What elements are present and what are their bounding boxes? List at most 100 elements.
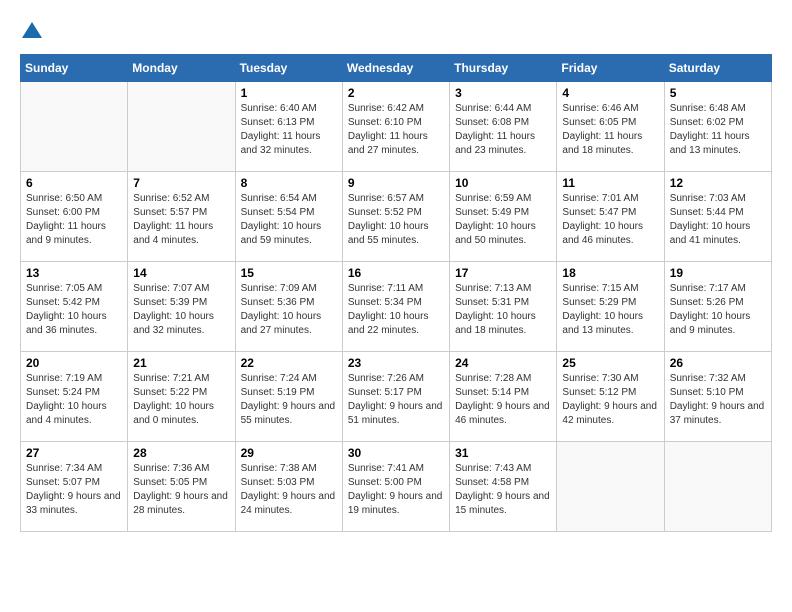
day-number: 18 (562, 266, 658, 280)
day-number: 7 (133, 176, 229, 190)
day-info: Sunrise: 6:52 AM Sunset: 5:57 PM Dayligh… (133, 192, 229, 248)
day-info: Sunrise: 7:32 AM Sunset: 5:10 PM Dayligh… (670, 372, 766, 428)
day-number: 16 (348, 266, 444, 280)
calendar-cell: 9Sunrise: 6:57 AM Sunset: 5:52 PM Daylig… (342, 172, 449, 262)
header-thursday: Thursday (450, 55, 557, 82)
day-info: Sunrise: 6:48 AM Sunset: 6:02 PM Dayligh… (670, 102, 766, 158)
day-info: Sunrise: 6:42 AM Sunset: 6:10 PM Dayligh… (348, 102, 444, 158)
day-number: 20 (26, 356, 122, 370)
calendar-week-row: 6 Sunrise: 6:50 AM Sunset: 6:00 PM Daylig… (21, 172, 772, 262)
day-info: Sunrise: 7:43 AM Sunset: 4:58 PM Dayligh… (455, 462, 551, 518)
calendar-cell: 20 Sunrise: 7:19 AM Sunset: 5:24 PM Dayli… (21, 352, 128, 442)
calendar-cell (21, 82, 128, 172)
calendar-cell (557, 442, 664, 532)
day-number: 23 (348, 356, 444, 370)
calendar-cell: 10 Sunrise: 6:59 AM Sunset: 5:49 PM Dayli… (450, 172, 557, 262)
day-number: 5 (670, 86, 766, 100)
day-number: 27 (26, 446, 122, 460)
day-number: 8 (241, 176, 337, 190)
calendar-cell: 30Sunrise: 7:41 AM Sunset: 5:00 PM Dayli… (342, 442, 449, 532)
header-saturday: Saturday (664, 55, 771, 82)
calendar-cell: 2 Sunrise: 6:42 AM Sunset: 6:10 PM Daylig… (342, 82, 449, 172)
calendar-cell: 13 Sunrise: 7:05 AM Sunset: 5:42 PM Dayli… (21, 262, 128, 352)
calendar-cell: 11 Sunrise: 7:01 AM Sunset: 5:47 PM Dayli… (557, 172, 664, 262)
day-number: 6 (26, 176, 122, 190)
day-info: Sunrise: 7:03 AM Sunset: 5:44 PM Dayligh… (670, 192, 766, 248)
header-wednesday: Wednesday (342, 55, 449, 82)
day-info: Sunrise: 6:46 AM Sunset: 6:05 PM Dayligh… (562, 102, 658, 158)
day-number: 2 (348, 86, 444, 100)
calendar-week-row: 1 Sunrise: 6:40 AM Sunset: 6:13 PM Daylig… (21, 82, 772, 172)
day-info: Sunrise: 7:36 AM Sunset: 5:05 PM Dayligh… (133, 462, 229, 518)
day-info: Sunrise: 7:07 AM Sunset: 5:39 PM Dayligh… (133, 282, 229, 338)
header-friday: Friday (557, 55, 664, 82)
calendar-cell: 3 Sunrise: 6:44 AM Sunset: 6:08 PM Daylig… (450, 82, 557, 172)
day-info: Sunrise: 6:40 AM Sunset: 6:13 PM Dayligh… (241, 102, 337, 158)
day-info: Sunrise: 7:17 AM Sunset: 5:26 PM Dayligh… (670, 282, 766, 338)
calendar-week-row: 20 Sunrise: 7:19 AM Sunset: 5:24 PM Dayli… (21, 352, 772, 442)
calendar-cell: 12Sunrise: 7:03 AM Sunset: 5:44 PM Dayli… (664, 172, 771, 262)
calendar-cell: 16 Sunrise: 7:11 AM Sunset: 5:34 PM Dayli… (342, 262, 449, 352)
calendar-cell: 6 Sunrise: 6:50 AM Sunset: 6:00 PM Daylig… (21, 172, 128, 262)
day-number: 1 (241, 86, 337, 100)
calendar-cell: 25 Sunrise: 7:30 AM Sunset: 5:12 PM Dayli… (557, 352, 664, 442)
calendar-week-row: 27 Sunrise: 7:34 AM Sunset: 5:07 PM Dayli… (21, 442, 772, 532)
day-number: 10 (455, 176, 551, 190)
calendar-cell: 29Sunrise: 7:38 AM Sunset: 5:03 PM Dayli… (235, 442, 342, 532)
day-info: Sunrise: 7:21 AM Sunset: 5:22 PM Dayligh… (133, 372, 229, 428)
calendar-cell: 21 Sunrise: 7:21 AM Sunset: 5:22 PM Dayli… (128, 352, 235, 442)
calendar-cell: 8 Sunrise: 6:54 AM Sunset: 5:54 PM Daylig… (235, 172, 342, 262)
day-number: 13 (26, 266, 122, 280)
calendar-cell: 27 Sunrise: 7:34 AM Sunset: 5:07 PM Dayli… (21, 442, 128, 532)
day-number: 4 (562, 86, 658, 100)
day-info: Sunrise: 7:01 AM Sunset: 5:47 PM Dayligh… (562, 192, 658, 248)
day-number: 17 (455, 266, 551, 280)
day-number: 21 (133, 356, 229, 370)
day-info: Sunrise: 7:30 AM Sunset: 5:12 PM Dayligh… (562, 372, 658, 428)
calendar-cell: 15Sunrise: 7:09 AM Sunset: 5:36 PM Dayli… (235, 262, 342, 352)
day-number: 26 (670, 356, 766, 370)
calendar-cell: 17 Sunrise: 7:13 AM Sunset: 5:31 PM Dayli… (450, 262, 557, 352)
logo-icon (20, 20, 44, 44)
day-number: 9 (348, 176, 444, 190)
day-info: Sunrise: 6:50 AM Sunset: 6:00 PM Dayligh… (26, 192, 122, 248)
day-number: 11 (562, 176, 658, 190)
day-number: 14 (133, 266, 229, 280)
day-info: Sunrise: 7:09 AM Sunset: 5:36 PM Dayligh… (241, 282, 337, 338)
calendar-cell: 14 Sunrise: 7:07 AM Sunset: 5:39 PM Dayli… (128, 262, 235, 352)
day-number: 29 (241, 446, 337, 460)
calendar-cell: 4 Sunrise: 6:46 AM Sunset: 6:05 PM Daylig… (557, 82, 664, 172)
calendar-cell: 26 Sunrise: 7:32 AM Sunset: 5:10 PM Dayli… (664, 352, 771, 442)
calendar-cell (664, 442, 771, 532)
day-info: Sunrise: 7:34 AM Sunset: 5:07 PM Dayligh… (26, 462, 122, 518)
day-info: Sunrise: 6:44 AM Sunset: 6:08 PM Dayligh… (455, 102, 551, 158)
day-info: Sunrise: 6:59 AM Sunset: 5:49 PM Dayligh… (455, 192, 551, 248)
page-header (20, 20, 772, 44)
day-info: Sunrise: 7:28 AM Sunset: 5:14 PM Dayligh… (455, 372, 551, 428)
day-number: 24 (455, 356, 551, 370)
header-monday: Monday (128, 55, 235, 82)
header-tuesday: Tuesday (235, 55, 342, 82)
logo (20, 20, 48, 44)
day-info: Sunrise: 7:15 AM Sunset: 5:29 PM Dayligh… (562, 282, 658, 338)
calendar-cell: 23 Sunrise: 7:26 AM Sunset: 5:17 PM Dayli… (342, 352, 449, 442)
calendar-cell: 22Sunrise: 7:24 AM Sunset: 5:19 PM Dayli… (235, 352, 342, 442)
day-number: 25 (562, 356, 658, 370)
day-number: 30 (348, 446, 444, 460)
day-info: Sunrise: 7:11 AM Sunset: 5:34 PM Dayligh… (348, 282, 444, 338)
calendar-table: SundayMondayTuesdayWednesdayThursdayFrid… (20, 54, 772, 532)
calendar-cell: 1 Sunrise: 6:40 AM Sunset: 6:13 PM Daylig… (235, 82, 342, 172)
calendar-cell: 19 Sunrise: 7:17 AM Sunset: 5:26 PM Dayli… (664, 262, 771, 352)
day-number: 3 (455, 86, 551, 100)
day-number: 31 (455, 446, 551, 460)
day-number: 19 (670, 266, 766, 280)
calendar-cell: 28Sunrise: 7:36 AM Sunset: 5:05 PM Dayli… (128, 442, 235, 532)
day-info: Sunrise: 7:19 AM Sunset: 5:24 PM Dayligh… (26, 372, 122, 428)
day-info: Sunrise: 7:13 AM Sunset: 5:31 PM Dayligh… (455, 282, 551, 338)
calendar-week-row: 13 Sunrise: 7:05 AM Sunset: 5:42 PM Dayli… (21, 262, 772, 352)
calendar-cell: 24 Sunrise: 7:28 AM Sunset: 5:14 PM Dayli… (450, 352, 557, 442)
day-info: Sunrise: 7:26 AM Sunset: 5:17 PM Dayligh… (348, 372, 444, 428)
calendar-cell: 31 Sunrise: 7:43 AM Sunset: 4:58 PM Dayli… (450, 442, 557, 532)
day-info: Sunrise: 6:54 AM Sunset: 5:54 PM Dayligh… (241, 192, 337, 248)
day-info: Sunrise: 7:05 AM Sunset: 5:42 PM Dayligh… (26, 282, 122, 338)
